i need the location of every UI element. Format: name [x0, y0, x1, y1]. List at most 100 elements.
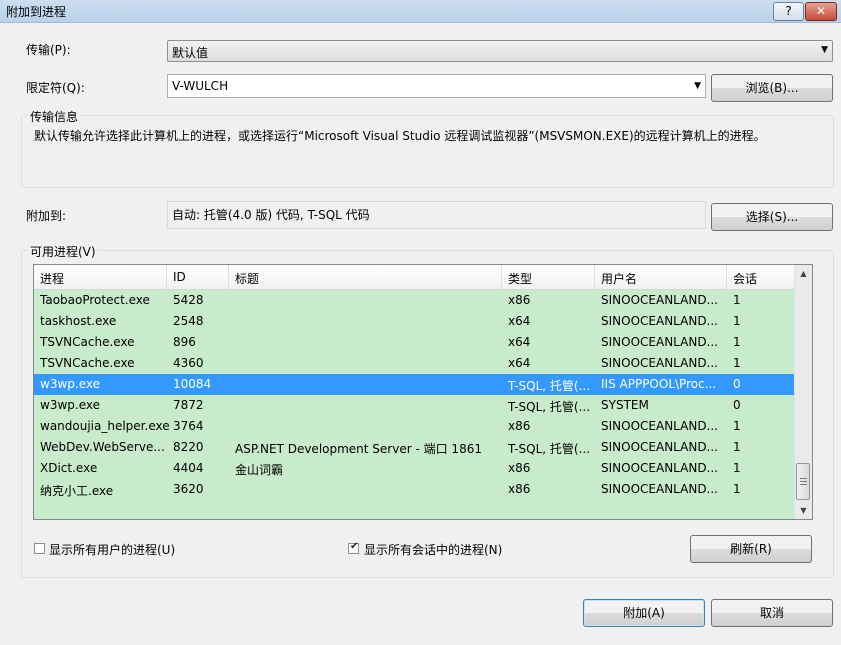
- table-row[interactable]: TaobaoProtect.exe 5428 x86 SINOOCEANLAND…: [34, 290, 796, 311]
- cell-session: 1: [733, 419, 741, 433]
- cell-type: T-SQL, 托管(...: [508, 400, 591, 414]
- show-all-users-checkbox[interactable]: [34, 543, 45, 554]
- cell-process: wandoujia_helper.exe: [40, 419, 170, 433]
- process-list-header: 进程 ID 标题 类型 用户名 会话: [34, 265, 796, 290]
- show-all-sessions-checkbox[interactable]: ✔: [348, 541, 359, 554]
- cell-process: w3wp.exe: [40, 377, 100, 391]
- cell-id: 3764: [173, 419, 204, 433]
- cell-session: 0: [733, 377, 741, 391]
- cell-process: TSVNCache.exe: [40, 356, 135, 370]
- qualifier-value: V-WULCH: [172, 79, 229, 93]
- chevron-down-icon[interactable]: ▼: [694, 81, 701, 91]
- cell-type: x86: [508, 482, 531, 496]
- cell-session: 1: [733, 314, 741, 328]
- cell-type: T-SQL, 托管(...: [508, 442, 591, 456]
- close-button[interactable]: ✕: [805, 2, 837, 21]
- cell-type: T-SQL, 托管(...: [508, 379, 591, 393]
- cell-process: XDict.exe: [40, 461, 98, 475]
- cell-id: 3620: [173, 482, 204, 496]
- checkmark-icon: ✔: [350, 541, 359, 552]
- transport-info-group: 传输信息 默认传输允许选择此计算机上的进程，或选择运行“Microsoft Vi…: [21, 108, 834, 188]
- cell-process: WebDev.WebServe...: [40, 440, 165, 454]
- cell-id: 4404: [173, 461, 204, 475]
- cell-username: SINOOCEANLAND...: [601, 293, 718, 307]
- table-row[interactable]: 纳克小工.exe 3620 x86 SINOOCEANLAND... 1: [34, 479, 796, 500]
- cell-id: 7872: [173, 398, 204, 412]
- cell-id: 10084: [173, 377, 212, 391]
- chevron-down-icon: ▼: [821, 45, 828, 55]
- attach-to-label: 附加到:: [26, 209, 67, 223]
- process-list[interactable]: 进程 ID 标题 类型 用户名 会话 TaobaoProtect.exe 542…: [33, 264, 813, 520]
- cell-process: 纳克小工.exe: [40, 484, 114, 498]
- table-row[interactable]: WebDev.WebServe... 8220 ASP.NET Developm…: [34, 437, 796, 458]
- show-all-users-label[interactable]: 显示所有用户的进程(U): [49, 541, 175, 558]
- scroll-up-icon[interactable]: ▲: [795, 265, 812, 282]
- cell-username: SINOOCEANLAND...: [601, 314, 718, 328]
- help-button[interactable]: ?: [773, 2, 804, 21]
- cell-type: x64: [508, 356, 531, 370]
- table-row[interactable]: w3wp.exe 7872 T-SQL, 托管(... SYSTEM 0: [34, 395, 796, 416]
- cell-username: SINOOCEANLAND...: [601, 461, 718, 475]
- table-row[interactable]: taskhost.exe 2548 x64 SINOOCEANLAND... 1: [34, 311, 796, 332]
- show-all-sessions-label[interactable]: 显示所有会话中的进程(N): [364, 541, 502, 558]
- cell-id: 8220: [173, 440, 204, 454]
- browse-button[interactable]: 浏览(B)...: [711, 74, 833, 102]
- cell-session: 1: [733, 461, 741, 475]
- cell-type: x86: [508, 419, 531, 433]
- table-row[interactable]: TSVNCache.exe 896 x64 SINOOCEANLAND... 1: [34, 332, 796, 353]
- title-bar: 附加到进程 ? ✕: [0, 0, 841, 23]
- column-header-title[interactable]: 标题: [235, 270, 259, 287]
- qualifier-label: 限定符(Q):: [26, 81, 85, 95]
- cancel-button[interactable]: 取消: [711, 599, 833, 627]
- cell-title: ASP.NET Development Server - 端口 1861: [235, 442, 482, 456]
- attach-to-field: 自动: 托管(4.0 版) 代码, T-SQL 代码: [167, 201, 706, 229]
- cell-id: 2548: [173, 314, 204, 328]
- cell-session: 0: [733, 398, 741, 412]
- transport-value: 默认值: [172, 46, 209, 60]
- cell-session: 1: [733, 335, 741, 349]
- window-title: 附加到进程: [6, 5, 67, 19]
- transport-info-label: 传输信息: [28, 108, 81, 125]
- qualifier-combo[interactable]: V-WULCH ▼: [167, 74, 706, 98]
- cell-process: TSVNCache.exe: [40, 335, 135, 349]
- cell-id: 5428: [173, 293, 204, 307]
- cell-username: SINOOCEANLAND...: [601, 419, 718, 433]
- table-row[interactable]: XDict.exe 4404 金山词霸 x86 SINOOCEANLAND...…: [34, 458, 796, 479]
- cell-id: 896: [173, 335, 196, 349]
- column-header-session[interactable]: 会话: [733, 270, 757, 287]
- scrollbar-thumb[interactable]: [796, 463, 810, 500]
- cell-username: IIS APPPOOL\Proc...: [601, 377, 717, 391]
- cell-session: 1: [733, 440, 741, 454]
- cell-process: taskhost.exe: [40, 314, 117, 328]
- column-header-username[interactable]: 用户名: [601, 270, 637, 287]
- refresh-button[interactable]: 刷新(R): [690, 535, 812, 563]
- cell-type: x64: [508, 335, 531, 349]
- scroll-down-icon[interactable]: ▼: [795, 502, 812, 519]
- table-row[interactable]: TSVNCache.exe 4360 x64 SINOOCEANLAND... …: [34, 353, 796, 374]
- column-header-id[interactable]: ID: [173, 270, 186, 284]
- column-header-process[interactable]: 进程: [40, 270, 64, 287]
- transport-select[interactable]: 默认值 ▼: [167, 40, 833, 62]
- attach-to-value: 自动: 托管(4.0 版) 代码, T-SQL 代码: [172, 208, 370, 222]
- cell-id: 4360: [173, 356, 204, 370]
- cell-username: SINOOCEANLAND...: [601, 335, 718, 349]
- cell-process: w3wp.exe: [40, 398, 100, 412]
- attach-button[interactable]: 附加(A): [583, 599, 705, 627]
- table-row[interactable]: wandoujia_helper.exe 3764 x86 SINOOCEANL…: [34, 416, 796, 437]
- cell-title: 金山词霸: [235, 463, 284, 477]
- transport-info-text: 默认传输允许选择此计算机上的进程，或选择运行“Microsoft Visual …: [34, 129, 766, 143]
- cell-type: x86: [508, 461, 531, 475]
- cell-process: TaobaoProtect.exe: [40, 293, 150, 307]
- process-list-scrollbar[interactable]: ▲ ▼: [794, 265, 812, 519]
- table-row-selected[interactable]: w3wp.exe 10084 T-SQL, 托管(... IIS APPPOOL…: [34, 374, 796, 395]
- select-button[interactable]: 选择(S)...: [711, 203, 833, 231]
- cell-type: x86: [508, 293, 531, 307]
- cell-username: SINOOCEANLAND...: [601, 440, 718, 454]
- cell-session: 1: [733, 356, 741, 370]
- cell-type: x64: [508, 314, 531, 328]
- cell-session: 1: [733, 293, 741, 307]
- cell-session: 1: [733, 482, 741, 496]
- cell-username: SINOOCEANLAND...: [601, 356, 718, 370]
- column-header-type[interactable]: 类型: [508, 270, 532, 287]
- available-processes-label: 可用进程(V): [28, 243, 98, 260]
